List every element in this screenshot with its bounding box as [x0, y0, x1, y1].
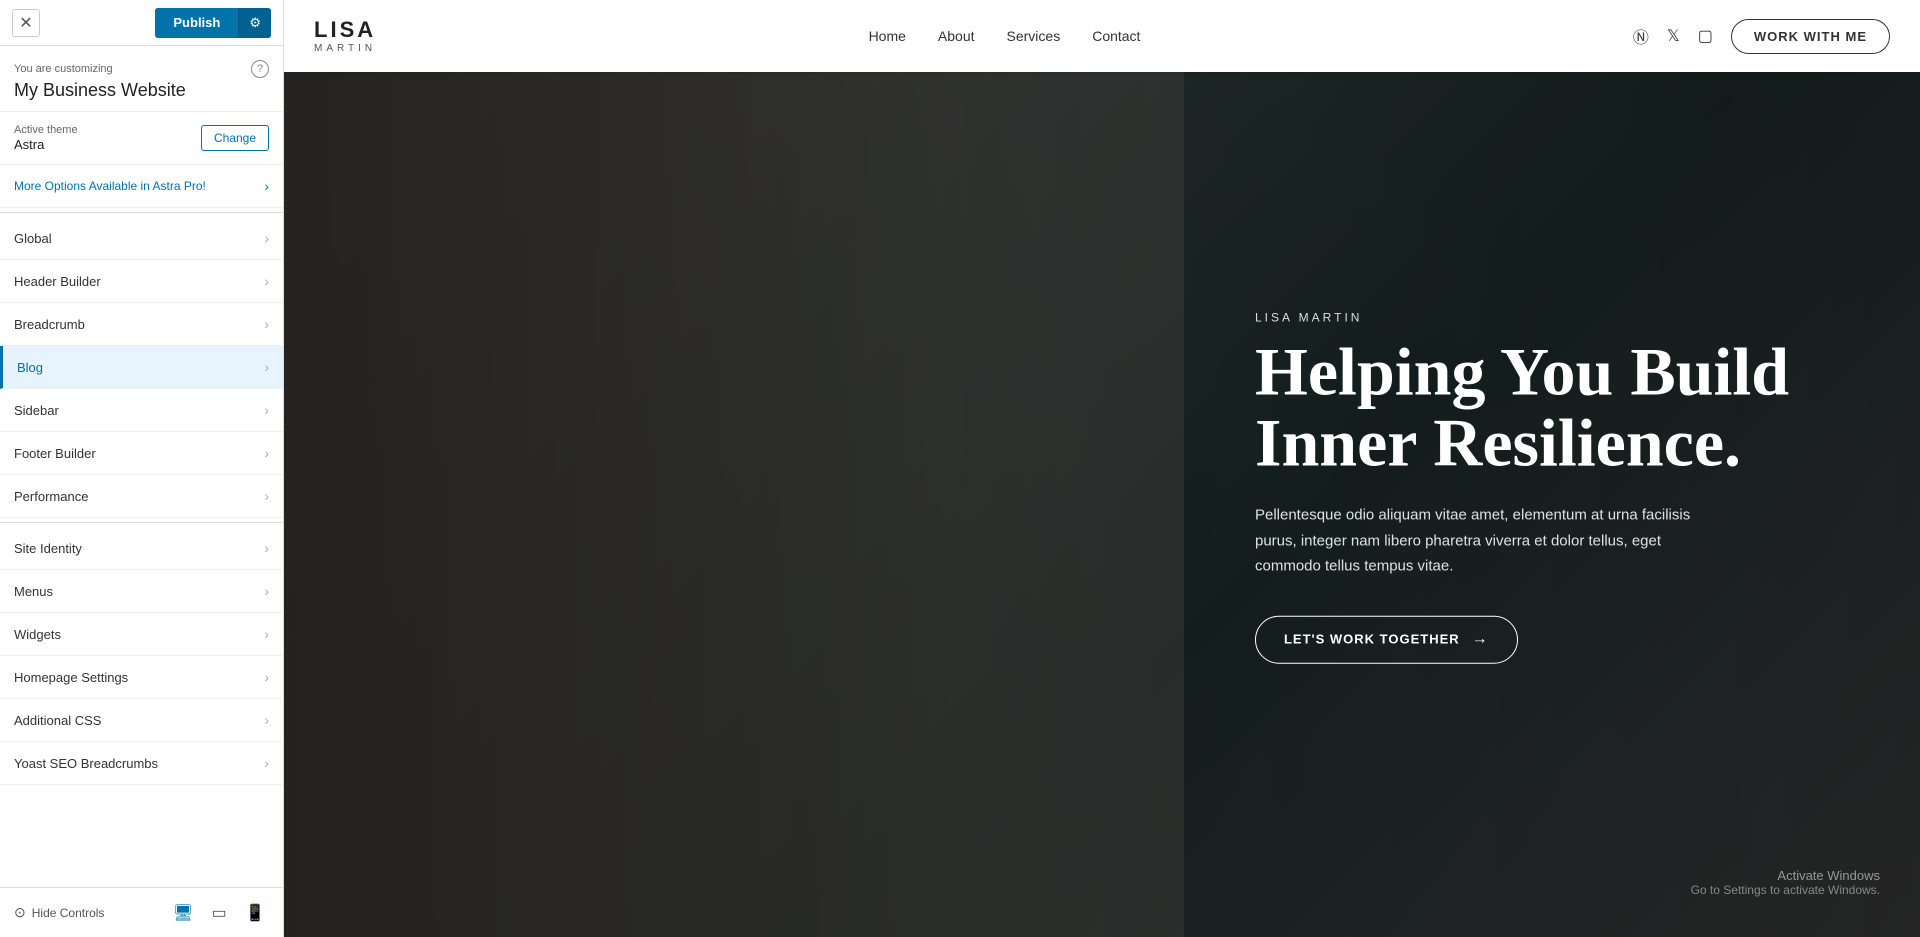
site-header: LISA MARTIN Home About Services Contact … [284, 0, 1920, 72]
menu-item-yoast-seo[interactable]: Yoast SEO Breadcrumbs › [0, 742, 283, 785]
nav-contact[interactable]: Contact [1092, 28, 1140, 44]
promo-menu-item[interactable]: More Options Available in Astra Pro! › [0, 165, 283, 208]
tablet-device-icon[interactable]: ▭ [205, 899, 233, 927]
menu-items-container: Global › Header Builder › Breadcrumb › B… [0, 217, 283, 785]
theme-info: Active theme Astra [14, 124, 78, 152]
hero-subtext: Pellentesque odio aliquam vitae amet, el… [1255, 503, 1715, 580]
chevron-right-icon-footer-builder: › [264, 445, 269, 461]
chevron-right-icon-homepage-settings: › [264, 669, 269, 685]
menu-item-label-blog: Blog [17, 360, 43, 375]
nav-home[interactable]: Home [869, 28, 906, 44]
chevron-right-icon-blog: › [264, 359, 269, 375]
close-button[interactable]: ✕ [12, 9, 40, 37]
hero-author: LISA MARTIN [1255, 310, 1789, 324]
hero-content: LISA MARTIN Helping You Build Inner Resi… [1255, 310, 1789, 663]
chevron-right-icon-yoast-seo: › [264, 755, 269, 771]
instagram-icon[interactable]: ▢ [1698, 26, 1713, 46]
help-icon[interactable]: ? [251, 60, 269, 78]
preview-area: LISA MARTIN Home About Services Contact … [284, 0, 1920, 937]
hide-controls-label: Hide Controls [32, 906, 105, 920]
facebook-icon[interactable]: Ⓝ [1633, 24, 1649, 48]
chevron-right-icon-header-builder: › [264, 273, 269, 289]
headline-line-1: Helping You Build [1255, 333, 1789, 409]
menu-item-homepage-settings[interactable]: Homepage Settings › [0, 656, 283, 699]
hero-headline: Helping You Build Inner Resilience. [1255, 336, 1789, 479]
publish-gear-button[interactable]: ⚙ [238, 8, 271, 38]
menu-item-label-menus: Menus [14, 584, 53, 599]
menu-item-label-homepage-settings: Homepage Settings [14, 670, 128, 685]
chevron-right-icon-sidebar: › [264, 402, 269, 418]
chevron-right-icon-performance: › [264, 488, 269, 504]
customizing-section: You are customizing ? My Business Websit… [0, 46, 283, 112]
logo-subtitle: MARTIN [314, 43, 376, 54]
menu-item-menus[interactable]: Menus › [0, 570, 283, 613]
customizer-panel: ✕ Publish ⚙ You are customizing ? My Bus… [0, 0, 284, 937]
promo-chevron-right-icon: › [264, 178, 269, 194]
menu-item-footer-builder[interactable]: Footer Builder › [0, 432, 283, 475]
website-preview: LISA MARTIN Home About Services Contact … [284, 0, 1920, 937]
menu-item-label-sidebar: Sidebar [14, 403, 59, 418]
customizing-label: You are customizing ? [14, 60, 269, 78]
menu-item-label-breadcrumb: Breadcrumb [14, 317, 85, 332]
nav-services[interactable]: Services [1007, 28, 1061, 44]
header-right: Ⓝ 𝕏 ▢ WORK WITH ME [1633, 19, 1890, 54]
device-icons: 🖥 ▭ 📱 [169, 899, 269, 927]
mobile-device-icon[interactable]: 📱 [241, 899, 269, 927]
eye-icon: ⊙ [14, 904, 26, 921]
desktop-device-icon[interactable]: 🖥 [169, 899, 197, 927]
chevron-right-icon-additional-css: › [264, 712, 269, 728]
theme-name: Astra [14, 137, 78, 152]
publish-area: Publish ⚙ [155, 8, 271, 38]
menu-item-label-footer-builder: Footer Builder [14, 446, 96, 461]
active-theme-section: Active theme Astra Change [0, 112, 283, 165]
chevron-right-icon-menus: › [264, 583, 269, 599]
publish-button[interactable]: Publish [155, 8, 238, 37]
menu-item-global[interactable]: Global › [0, 217, 283, 260]
cta-label: LET'S WORK TOGETHER [1284, 632, 1460, 647]
menu-separator-2 [0, 522, 283, 523]
chevron-right-icon-global: › [264, 230, 269, 246]
activate-windows-title: Activate Windows [1691, 868, 1880, 883]
cta-button[interactable]: LET'S WORK TOGETHER → [1255, 615, 1518, 663]
menu-item-label-global: Global [14, 231, 52, 246]
promo-label: More Options Available in Astra Pro! [14, 179, 206, 193]
customizing-text: You are customizing [14, 63, 113, 75]
menu-separator-1 [0, 212, 283, 213]
menu-item-blog[interactable]: Blog › [0, 346, 283, 389]
change-theme-button[interactable]: Change [201, 125, 269, 151]
menu-item-sidebar[interactable]: Sidebar › [0, 389, 283, 432]
menu-item-performance[interactable]: Performance › [0, 475, 283, 518]
menu-item-breadcrumb[interactable]: Breadcrumb › [0, 303, 283, 346]
menu-item-additional-css[interactable]: Additional CSS › [0, 699, 283, 742]
chevron-right-icon-breadcrumb: › [264, 316, 269, 332]
active-theme-label: Active theme [14, 124, 78, 136]
chevron-right-icon-widgets: › [264, 626, 269, 642]
twitter-icon[interactable]: 𝕏 [1667, 26, 1680, 46]
activate-windows-subtitle: Go to Settings to activate Windows. [1691, 883, 1880, 897]
logo-name: LISA [314, 19, 376, 41]
menu-items: More Options Available in Astra Pro! › G… [0, 165, 283, 887]
menu-item-label-header-builder: Header Builder [14, 274, 101, 289]
headline-line-2: Inner Resilience. [1255, 405, 1741, 481]
menu-item-label-performance: Performance [14, 489, 88, 504]
menu-item-label-yoast-seo: Yoast SEO Breadcrumbs [14, 756, 158, 771]
menu-item-site-identity[interactable]: Site Identity › [0, 527, 283, 570]
menu-item-header-builder[interactable]: Header Builder › [0, 260, 283, 303]
site-name: My Business Website [14, 80, 269, 101]
site-logo: LISA MARTIN [314, 19, 376, 54]
hide-controls-button[interactable]: ⊙ Hide Controls [14, 904, 104, 921]
menu-item-widgets[interactable]: Widgets › [0, 613, 283, 656]
bottom-bar: ⊙ Hide Controls 🖥 ▭ 📱 [0, 887, 283, 937]
site-navigation: Home About Services Contact [869, 28, 1141, 44]
work-with-me-button[interactable]: WORK WITH ME [1731, 19, 1890, 54]
nav-about[interactable]: About [938, 28, 975, 44]
chevron-right-icon-site-identity: › [264, 540, 269, 556]
activate-windows-watermark: Activate Windows Go to Settings to activ… [1691, 868, 1880, 897]
top-bar: ✕ Publish ⚙ [0, 0, 283, 46]
cta-arrow-icon: → [1472, 630, 1489, 648]
menu-item-label-additional-css: Additional CSS [14, 713, 101, 728]
menu-item-label-site-identity: Site Identity [14, 541, 82, 556]
menu-item-label-widgets: Widgets [14, 627, 61, 642]
